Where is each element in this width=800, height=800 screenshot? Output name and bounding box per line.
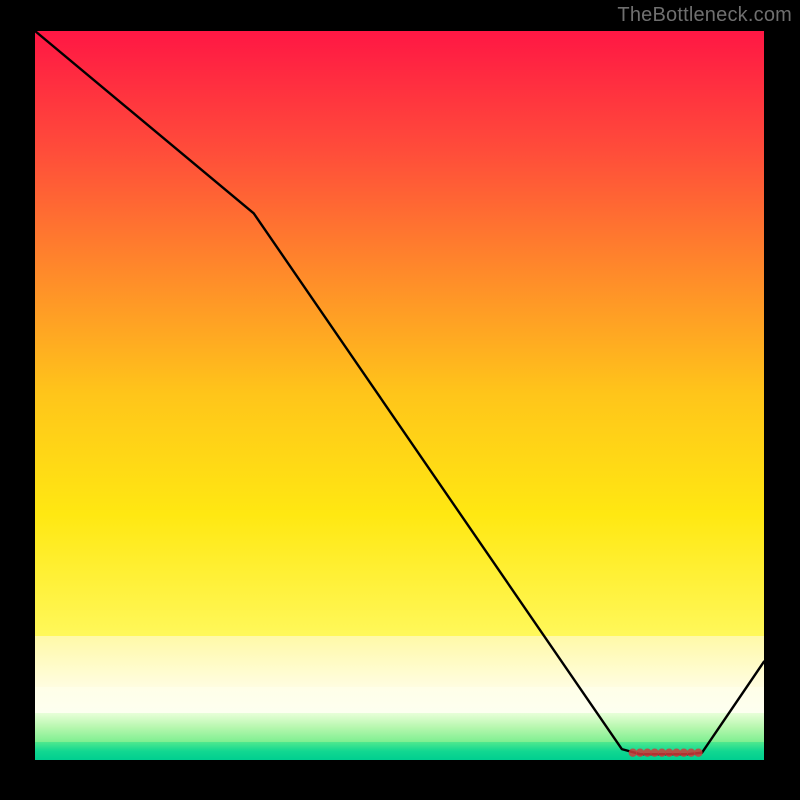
marker-dot [665, 749, 673, 757]
marker-dot [643, 749, 651, 757]
attribution-label: TheBottleneck.com [617, 4, 792, 27]
marker-dot [658, 749, 666, 757]
marker-dot [672, 749, 680, 757]
marker-dot [650, 749, 658, 757]
chart-overlay [35, 31, 764, 760]
marker-dot [687, 749, 695, 757]
optimal-range-markers [629, 749, 703, 757]
marker-dot [694, 749, 702, 757]
bottleneck-curve [35, 31, 764, 754]
marker-dot [636, 749, 644, 757]
marker-dot [680, 749, 688, 757]
marker-dot [629, 749, 637, 757]
plot-area [35, 31, 764, 760]
chart-frame: TheBottleneck.com [0, 0, 800, 800]
